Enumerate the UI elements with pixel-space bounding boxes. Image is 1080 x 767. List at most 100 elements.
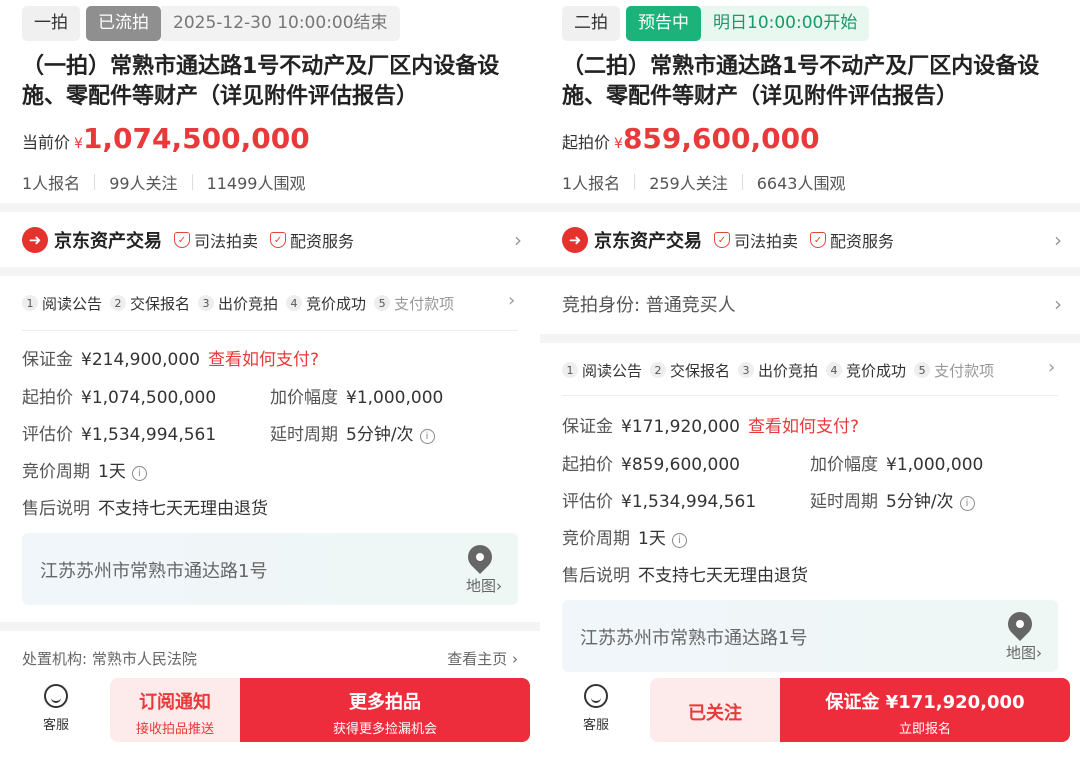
section-gap	[540, 334, 1080, 343]
current-price: 1,074,500,000	[82, 122, 310, 155]
auction-panel-first: 一拍 已流拍 2025-12-30 10:00:00结束 （一拍）常熟市通达路1…	[0, 0, 540, 767]
delay-row: 延时周期 5分钟/次 i	[810, 487, 975, 512]
divider	[191, 174, 193, 190]
chevron-right-icon[interactable]: ›	[1048, 357, 1055, 378]
smile-chat-icon	[584, 684, 608, 708]
round-tag: 一拍	[22, 6, 80, 41]
step-3: 3 出价竞拍	[738, 360, 818, 381]
step-2: 2 交保报名	[110, 293, 190, 314]
subscribe-button[interactable]: 订阅通知 接收拍品推送	[110, 678, 240, 742]
section-gap	[0, 622, 540, 631]
start-price-row: 起拍价 ¥859,600,000	[562, 455, 740, 475]
deposit-signup-button[interactable]: 保证金 ¥171,920,000 立即报名	[780, 678, 1070, 742]
currency-symbol: ¥	[614, 136, 623, 152]
aftersale-row: 售后说明 不支持七天无理由退货	[562, 566, 808, 586]
auction-panel-second: 二拍 预告中 明日10:00:00开始 （二拍）常熟市通达路1号不动产及厂区内设…	[540, 0, 1080, 767]
signup-count: 1人报名	[22, 174, 81, 193]
divider	[634, 174, 636, 190]
process-steps[interactable]: 1 阅读公告 2 交保报名 3 出价竞拍 4 竞价成功 5 支付款项	[22, 288, 518, 318]
brand-name: 京东资产交易	[594, 231, 702, 252]
appraisal-row: 评估价 ¥1,534,994,561	[562, 492, 757, 512]
map-pin-icon	[463, 540, 497, 574]
brand-row[interactable]: ➜ 京东资产交易 ✓ 司法拍卖 ✓ 配资服务 ›	[22, 218, 522, 262]
financing-badge: ✓ 配资服务	[810, 228, 894, 252]
chevron-right-icon: ›	[514, 228, 522, 252]
agency-text: 处置机构: 常熟市人民法院	[22, 650, 197, 668]
info-icon[interactable]: i	[671, 533, 687, 548]
address-card[interactable]: 江苏苏州市常熟市通达路1号 地图›	[22, 533, 518, 605]
shield-check-icon: ✓	[270, 232, 287, 248]
status-tags: 一拍 已流拍 2025-12-30 10:00:00结束	[22, 6, 400, 41]
step-1: 1 阅读公告	[22, 293, 102, 314]
increment-row: 加价幅度 ¥1,000,000	[810, 455, 984, 475]
deposit-row: 保证金 ¥214,900,000 查看如何支付?	[22, 350, 319, 370]
view-count: 6643人围观	[756, 174, 846, 193]
jd-logo-icon: ➜	[562, 227, 588, 253]
chevron-right-icon[interactable]: ›	[508, 290, 515, 311]
cycle-row: 竞价周期 1天 i	[22, 457, 147, 482]
currency-symbol: ¥	[74, 136, 83, 152]
view-homepage-link[interactable]: 查看主页 ›	[447, 648, 518, 669]
auction-title: （一拍）常熟市通达路1号不动产及厂区内设备设施、零配件等财产（详见附件评估报告）	[22, 54, 500, 109]
step-5: 5 支付款项	[914, 360, 994, 381]
divider	[94, 174, 96, 190]
section-gap	[540, 203, 1080, 212]
brand-row[interactable]: ➜ 京东资产交易 ✓ 司法拍卖 ✓ 配资服务 ›	[562, 218, 1062, 262]
price-row: 起拍价 ¥ 859,600,000	[562, 122, 820, 155]
followed-button[interactable]: 已关注	[650, 678, 780, 742]
judicial-badge: ✓ 司法拍卖	[174, 228, 258, 252]
section-gap	[0, 267, 540, 276]
financing-badge: ✓ 配资服务	[270, 228, 354, 252]
step-4: 4 竞价成功	[286, 293, 366, 314]
customer-service-button[interactable]: 客服	[38, 684, 74, 733]
chevron-right-icon: ›	[1054, 292, 1062, 316]
start-price-row: 起拍价 ¥1,074,500,000	[22, 388, 217, 408]
map-pin-icon	[1003, 607, 1037, 641]
info-icon[interactable]: i	[131, 466, 147, 481]
section-gap	[0, 203, 540, 212]
info-icon[interactable]: i	[959, 496, 975, 511]
price-row: 当前价 ¥ 1,074,500,000	[22, 122, 310, 155]
map-link[interactable]: 地图›	[1006, 642, 1042, 663]
step-2: 2 交保报名	[650, 360, 730, 381]
price-label: 起拍价	[562, 133, 611, 152]
customer-service-button[interactable]: 客服	[578, 684, 614, 733]
divider	[562, 395, 1058, 396]
appraisal-row: 评估价 ¥1,534,994,561	[22, 425, 217, 445]
status-tags: 二拍 预告中 明日10:00:00开始	[562, 6, 870, 41]
delay-row: 延时周期 5分钟/次 i	[270, 420, 435, 445]
aftersale-row: 售后说明 不支持七天无理由退货	[22, 499, 268, 519]
increment-row: 加价幅度 ¥1,000,000	[270, 388, 444, 408]
divider	[22, 330, 518, 331]
start-time-tag: 明日10:00:00开始	[701, 6, 870, 41]
address-card[interactable]: 江苏苏州市常熟市通达路1号 地图›	[562, 600, 1058, 672]
shield-check-icon: ✓	[810, 232, 827, 248]
follow-count: 259人关注	[649, 174, 728, 193]
end-time-tag: 2025-12-30 10:00:00结束	[161, 6, 400, 41]
bottom-action-bar: 客服 订阅通知 接收拍品推送 更多拍品 获得更多捡漏机会	[0, 676, 540, 742]
more-items-button[interactable]: 更多拍品 获得更多捡漏机会	[240, 678, 530, 742]
deposit-value: ¥214,900,000	[81, 350, 200, 370]
auction-title: （二拍）常熟市通达路1号不动产及厂区内设备设施、零配件等财产（详见附件评估报告）	[562, 54, 1040, 109]
how-to-pay-link[interactable]: 查看如何支付?	[208, 350, 319, 370]
status-tag: 已流拍	[86, 6, 161, 41]
bottom-action-bar: 客服 已关注 保证金 ¥171,920,000 立即报名	[540, 676, 1080, 742]
step-4: 4 竞价成功	[826, 360, 906, 381]
stats-row: 1人报名 99人关注 11499人围观	[22, 170, 305, 194]
map-link[interactable]: 地图›	[466, 575, 502, 596]
process-steps[interactable]: 1 阅读公告 2 交保报名 3 出价竞拍 4 竞价成功 5 支付款项	[562, 355, 1058, 385]
status-tag: 预告中	[626, 6, 701, 41]
step-3: 3 出价竞拍	[198, 293, 278, 314]
view-count: 11499人围观	[206, 174, 306, 193]
jd-logo-icon: ➜	[22, 227, 48, 253]
bidder-identity-row[interactable]: 竞拍身份: 普通竞买人 ›	[562, 282, 1062, 326]
step-5: 5 支付款项	[374, 293, 454, 314]
bidder-identity: 竞拍身份: 普通竞买人	[562, 295, 736, 316]
brand-name: 京东资产交易	[54, 231, 162, 252]
shield-check-icon: ✓	[714, 232, 730, 248]
step-1: 1 阅读公告	[562, 360, 642, 381]
how-to-pay-link[interactable]: 查看如何支付?	[748, 417, 859, 437]
section-gap	[540, 267, 1080, 276]
info-icon[interactable]: i	[419, 429, 435, 444]
round-tag: 二拍	[562, 6, 620, 41]
